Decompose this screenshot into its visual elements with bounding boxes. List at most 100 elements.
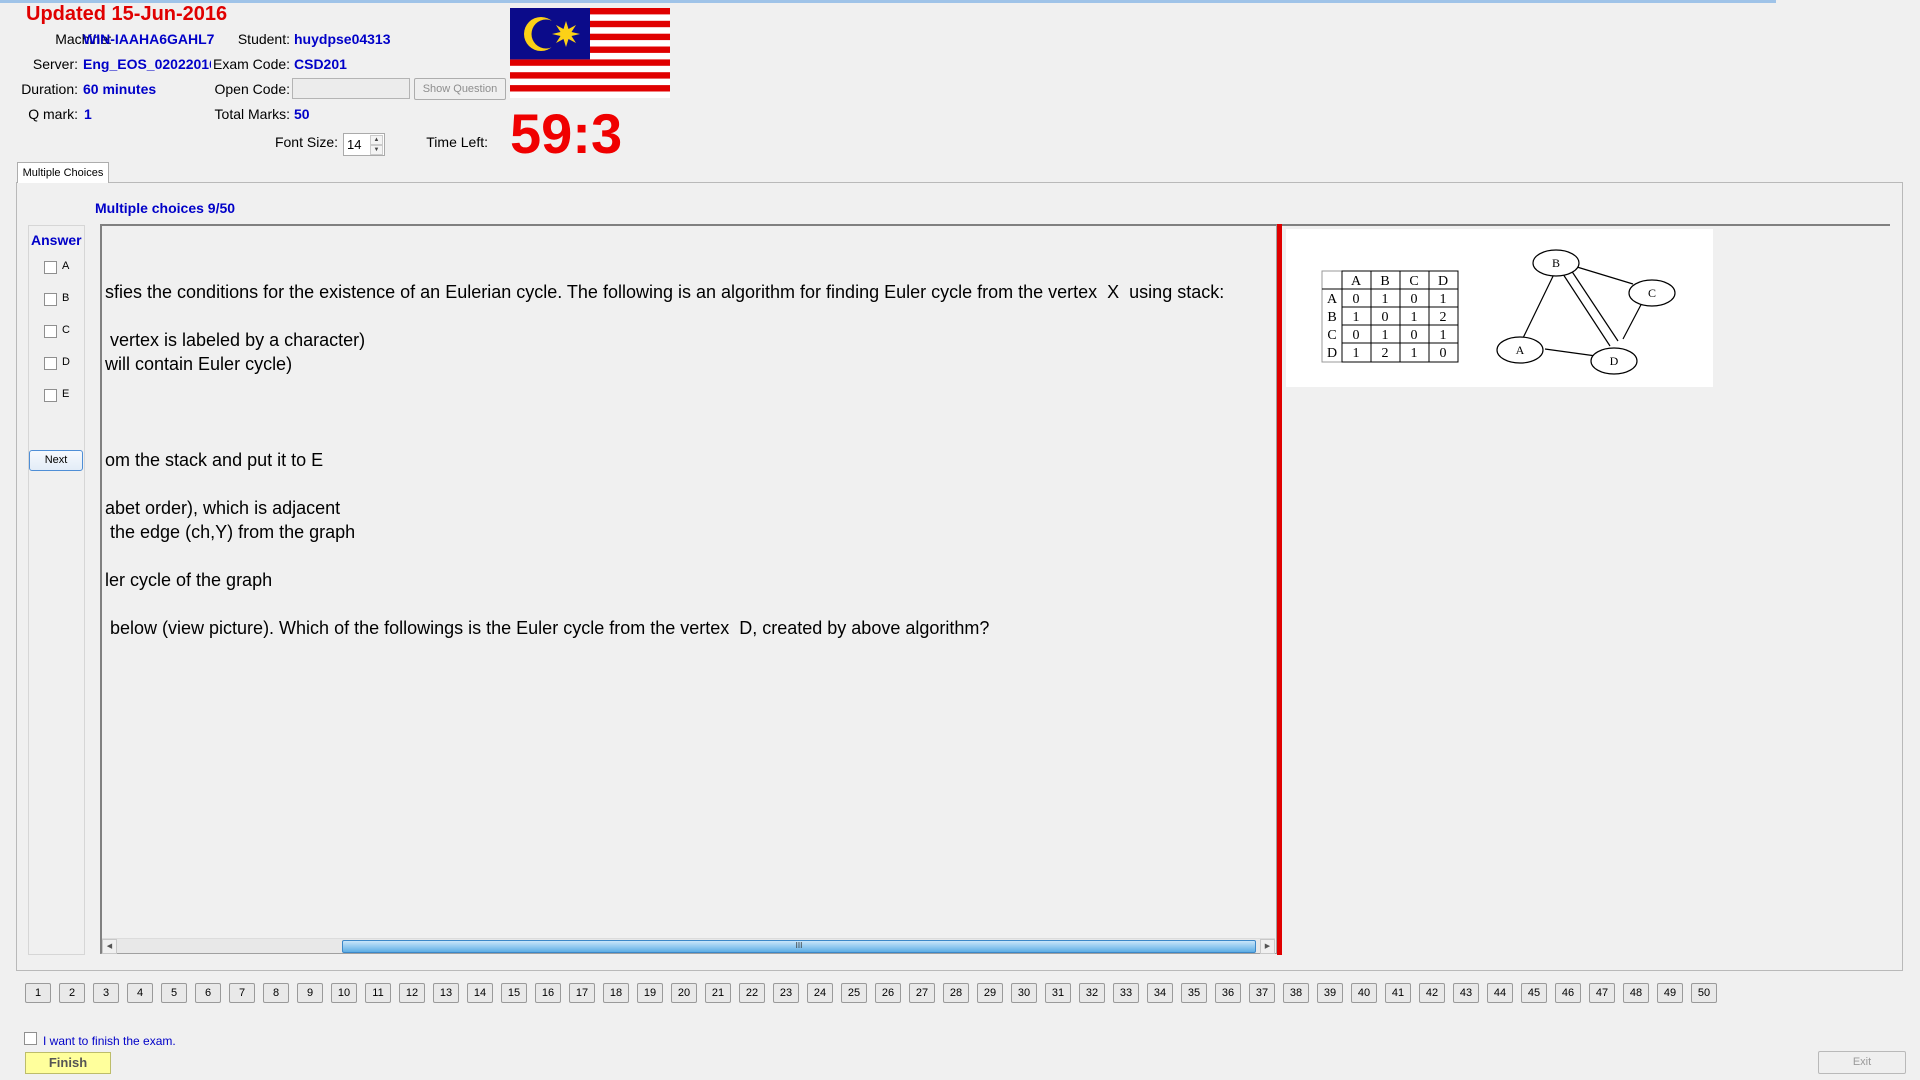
question-nav-button[interactable]: 14 — [467, 983, 493, 1003]
question-nav-button[interactable]: 44 — [1487, 983, 1513, 1003]
question-nav-button[interactable]: 25 — [841, 983, 867, 1003]
question-nav-button[interactable]: 47 — [1589, 983, 1615, 1003]
question-nav-button[interactable]: 20 — [671, 983, 697, 1003]
question-nav-button[interactable]: 48 — [1623, 983, 1649, 1003]
exit-button[interactable]: Exit — [1818, 1051, 1906, 1074]
question-nav-button[interactable]: 46 — [1555, 983, 1581, 1003]
question-nav-button[interactable]: 11 — [365, 983, 391, 1003]
matrix-header: D — [1438, 274, 1448, 289]
question-nav-button[interactable]: 18 — [603, 983, 629, 1003]
horizontal-scrollbar[interactable]: ◀ III ▶ — [102, 938, 1275, 954]
answer-title: Answer — [31, 232, 82, 248]
question-nav-button[interactable]: 4 — [127, 983, 153, 1003]
student-value: huydpse04313 — [294, 31, 391, 47]
matrix-header: B — [1380, 274, 1389, 289]
stepper-up-icon[interactable]: ▲ — [370, 135, 383, 145]
question-line: will contain Euler cycle) — [105, 354, 293, 374]
question-nav-button[interactable]: 29 — [977, 983, 1003, 1003]
stepper-down-icon[interactable]: ▼ — [370, 145, 383, 155]
question-nav-button[interactable]: 21 — [705, 983, 731, 1003]
question-nav-button[interactable]: 27 — [909, 983, 935, 1003]
question-nav-button[interactable]: 6 — [195, 983, 221, 1003]
qmark-value: 1 — [84, 106, 92, 122]
next-button[interactable]: Next — [29, 450, 83, 471]
question-nav-button[interactable]: 5 — [161, 983, 187, 1003]
question-nav-button[interactable]: 24 — [807, 983, 833, 1003]
duration-value: 60 minutes — [83, 81, 157, 97]
answer-checkbox-e[interactable] — [44, 389, 57, 402]
question-nav-button[interactable]: 3 — [93, 983, 119, 1003]
font-size-stepper[interactable]: 14 ▲ ▼ — [343, 133, 385, 156]
answer-checkbox-d[interactable] — [44, 357, 57, 370]
question-nav-button[interactable]: 13 — [433, 983, 459, 1003]
question-nav-button[interactable]: 50 — [1691, 983, 1717, 1003]
answer-checkbox-b[interactable] — [44, 293, 57, 306]
question-text-pane[interactable]: sfies the conditions for the existence o… — [100, 224, 1277, 954]
question-nav-button[interactable]: 31 — [1045, 983, 1071, 1003]
question-line: ler cycle of the graph — [105, 570, 273, 590]
server-label: Server: — [32, 56, 78, 72]
question-nav-button[interactable]: 1 — [25, 983, 51, 1003]
question-nav-button[interactable]: 26 — [875, 983, 901, 1003]
graph-edge-b-c — [1576, 266, 1634, 285]
matrix-row-label: C — [1327, 328, 1336, 343]
open-code-input[interactable] — [292, 78, 410, 99]
question-nav-button[interactable]: 23 — [773, 983, 799, 1003]
question-nav-button[interactable]: 16 — [535, 983, 561, 1003]
answer-option-c-label: C — [62, 324, 70, 336]
question-nav-button[interactable]: 36 — [1215, 983, 1241, 1003]
question-nav-button[interactable]: 7 — [229, 983, 255, 1003]
graph-figure: A B C D A 0 1 0 1 B 1 0 1 2 C 0 1 0 1 D … — [1321, 249, 1676, 375]
question-nav-button[interactable]: 10 — [331, 983, 357, 1003]
matrix-cell: 1 — [1440, 292, 1447, 307]
question-nav-button[interactable]: 12 — [399, 983, 425, 1003]
tab-multiple-choices[interactable]: Multiple Choices — [17, 162, 109, 183]
question-nav-button[interactable]: 32 — [1079, 983, 1105, 1003]
finish-button[interactable]: Finish — [25, 1052, 111, 1074]
question-nav-button[interactable]: 49 — [1657, 983, 1683, 1003]
question-nav-button[interactable]: 22 — [739, 983, 765, 1003]
question-line: the edge (ch,Y) from the graph — [105, 522, 356, 542]
question-nav-button[interactable]: 8 — [263, 983, 289, 1003]
question-nav-button[interactable]: 42 — [1419, 983, 1445, 1003]
question-nav-button[interactable]: 33 — [1113, 983, 1139, 1003]
total-marks-label: Total Marks: — [214, 106, 290, 122]
malaysia-flag-icon — [510, 8, 670, 98]
question-nav-button[interactable]: 40 — [1351, 983, 1377, 1003]
finish-exam-checkbox[interactable] — [24, 1032, 37, 1045]
show-question-button[interactable]: Show Question — [414, 78, 506, 100]
open-code-label: Open Code: — [214, 81, 291, 97]
question-nav-button[interactable]: 15 — [501, 983, 527, 1003]
scroll-right-icon[interactable]: ▶ — [1260, 939, 1275, 954]
matrix-header: A — [1351, 274, 1362, 289]
question-nav-button[interactable]: 35 — [1181, 983, 1207, 1003]
question-nav-button[interactable]: 34 — [1147, 983, 1173, 1003]
scroll-left-icon[interactable]: ◀ — [102, 939, 117, 954]
question-nav-button[interactable]: 19 — [637, 983, 663, 1003]
matrix-cell: 0 — [1382, 310, 1389, 325]
question-line: om the stack and put it to E — [105, 450, 324, 470]
question-nav-button[interactable]: 30 — [1011, 983, 1037, 1003]
question-nav-button[interactable]: 43 — [1453, 983, 1479, 1003]
question-nav-button[interactable]: 41 — [1385, 983, 1411, 1003]
exam-code-label: Exam Code: — [213, 56, 291, 72]
question-nav-button[interactable]: 39 — [1317, 983, 1343, 1003]
matrix-cell: 1 — [1411, 310, 1418, 325]
graph-edge-b-a — [1522, 267, 1558, 339]
qmark-label: Q mark: — [28, 106, 78, 122]
question-nav-button[interactable]: 38 — [1283, 983, 1309, 1003]
question-nav-button[interactable]: 17 — [569, 983, 595, 1003]
question-picture: A B C D A 0 1 0 1 B 1 0 1 2 C 0 1 0 1 D … — [1286, 229, 1713, 387]
matrix-cell: 0 — [1411, 292, 1418, 307]
answer-option-b-label: B — [62, 292, 70, 304]
matrix-cell: 2 — [1382, 346, 1389, 361]
scrollbar-thumb[interactable]: III — [342, 940, 1256, 953]
question-nav-button[interactable]: 28 — [943, 983, 969, 1003]
time-left-label: Time Left: — [426, 134, 488, 150]
question-nav-button[interactable]: 2 — [59, 983, 85, 1003]
answer-checkbox-c[interactable] — [44, 325, 57, 338]
question-nav-button[interactable]: 45 — [1521, 983, 1547, 1003]
answer-checkbox-a[interactable] — [44, 261, 57, 274]
question-nav-button[interactable]: 37 — [1249, 983, 1275, 1003]
question-nav-button[interactable]: 9 — [297, 983, 323, 1003]
